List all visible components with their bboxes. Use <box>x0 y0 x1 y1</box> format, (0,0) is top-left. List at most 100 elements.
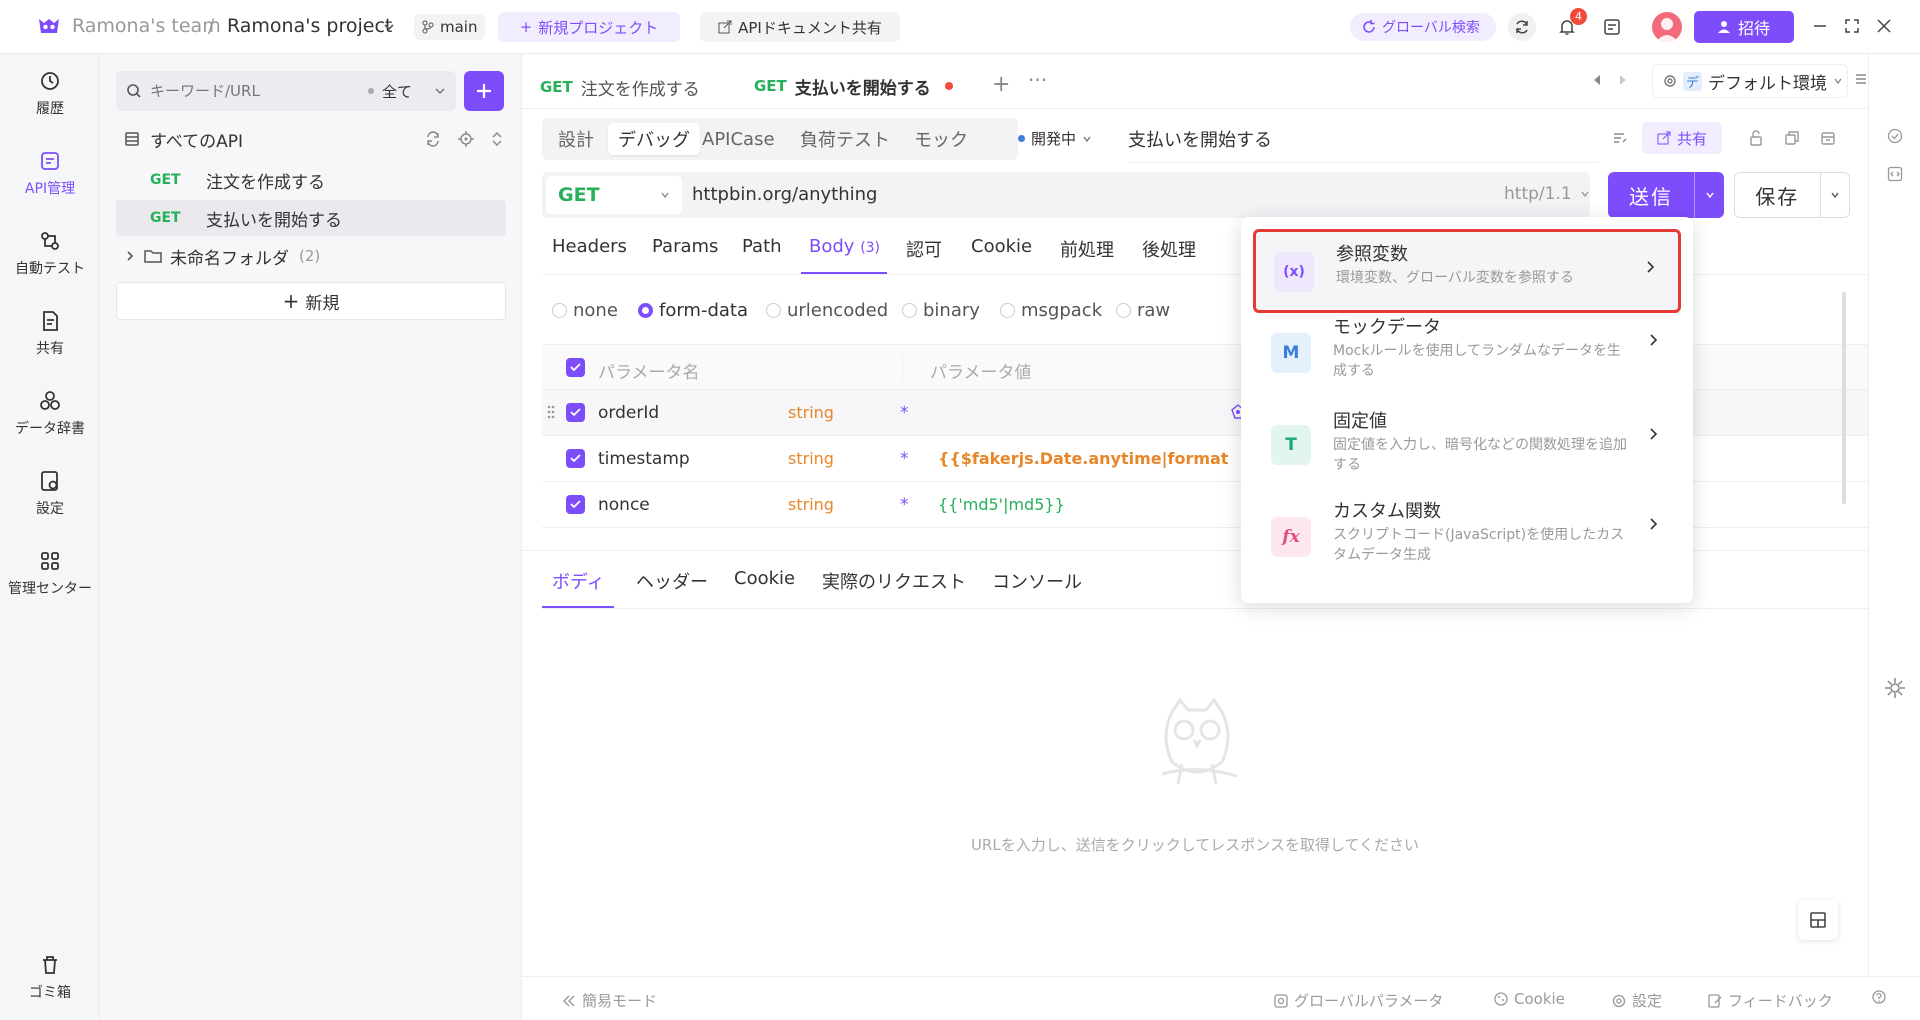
tab-prev-icon[interactable] <box>1592 74 1602 86</box>
new-project-button[interactable]: + 新規プロジェクト <box>498 12 680 42</box>
url-input[interactable]: httpbin.org/anything <box>692 184 877 205</box>
tab-create-order[interactable]: GET 注文を作成する <box>540 68 700 106</box>
search-box[interactable]: 全て <box>116 71 456 111</box>
protocol-select[interactable]: http/1.1 <box>1504 184 1590 204</box>
required-mark[interactable]: * <box>900 495 909 515</box>
team-name[interactable]: Ramona's team <box>72 15 221 37</box>
tab-response-headers[interactable]: ヘッダー <box>636 568 708 594</box>
tab-mock[interactable]: モック <box>904 123 978 155</box>
api-name-field[interactable]: 支払いを開始する <box>1128 126 1598 163</box>
radio-none[interactable]: none <box>552 300 618 321</box>
tab-next-icon[interactable] <box>1618 74 1628 86</box>
rail-item-api-mgmt[interactable]: API管理 <box>0 148 100 198</box>
method-select[interactable]: GET <box>546 176 682 214</box>
tab-design[interactable]: 設計 <box>548 123 604 155</box>
new-item-button[interactable]: + 新規 <box>116 282 506 320</box>
folder-row[interactable]: 未命名フォルダ (2) <box>116 238 506 274</box>
layout-toggle-button[interactable] <box>1798 900 1838 940</box>
search-input[interactable] <box>150 82 360 100</box>
code-icon[interactable] <box>1887 166 1903 182</box>
required-mark[interactable]: * <box>900 449 909 469</box>
drag-handle-icon[interactable] <box>546 404 556 420</box>
tab-console[interactable]: コンソール <box>992 568 1082 594</box>
close-icon[interactable] <box>1872 14 1896 38</box>
popover-item-custom-function[interactable]: fx カスタム関数 スクリプトコード(JavaScript)を使用したカスタムデ… <box>1253 497 1681 581</box>
rail-item-trash[interactable]: ゴミ箱 <box>0 952 100 1002</box>
lock-icon[interactable] <box>1748 130 1764 146</box>
filter-select[interactable]: 全て <box>382 81 412 102</box>
cookie-button[interactable]: Cookie <box>1494 990 1565 1008</box>
param-value[interactable]: {{$fakerjs.Date.anytime|format(YYYY, <box>938 449 1228 468</box>
menu-icon[interactable] <box>1854 72 1868 86</box>
rail-item-settings[interactable]: 設定 <box>0 468 100 518</box>
tab-params[interactable]: Params <box>652 236 718 257</box>
api-item-start-payment[interactable]: GET 支払いを開始する <box>116 200 506 236</box>
tab-pre-process[interactable]: 前処理 <box>1060 236 1114 262</box>
param-value[interactable]: {{'md5'|md5}} <box>938 495 1065 514</box>
tab-body[interactable]: Body (3) <box>809 236 880 257</box>
feedback-button[interactable]: フィードバック <box>1708 990 1833 1011</box>
param-name[interactable]: orderId <box>598 403 659 423</box>
send-button[interactable]: 送信 <box>1608 172 1724 218</box>
tab-headers[interactable]: Headers <box>552 236 627 257</box>
tab-path[interactable]: Path <box>742 236 782 257</box>
rail-item-share[interactable]: 共有 <box>0 308 100 358</box>
popover-item-mock-data[interactable]: M モックデータ Mockルールを使用してランダムなデータを生成する <box>1253 313 1681 397</box>
required-mark[interactable]: * <box>900 403 909 423</box>
sync-button[interactable] <box>1508 13 1536 41</box>
tab-load-test[interactable]: 負荷テスト <box>790 123 900 155</box>
tab-response-cookie[interactable]: Cookie <box>734 568 795 589</box>
popover-item-fixed-value[interactable]: T 固定値 固定値を入力し、暗号化などの関数処理を追加する <box>1253 405 1681 489</box>
project-name[interactable]: Ramona's project <box>227 15 392 37</box>
radio-form-data[interactable]: form-data <box>638 300 748 321</box>
radio-binary[interactable]: binary <box>902 300 980 321</box>
api-item-create-order[interactable]: GET 注文を作成する <box>116 162 506 198</box>
notes-icon[interactable] <box>1603 18 1621 36</box>
branch-selector[interactable]: main <box>414 14 486 40</box>
param-type[interactable]: string <box>788 449 834 468</box>
invite-button[interactable]: 招待 <box>1694 11 1794 43</box>
global-params-button[interactable]: グローバルパラメータ <box>1274 990 1443 1011</box>
rail-item-auto-test[interactable]: 自動テスト <box>0 228 100 278</box>
param-type[interactable]: string <box>788 403 834 422</box>
chevron-right-icon[interactable] <box>124 250 136 262</box>
minimize-icon[interactable] <box>1808 14 1832 38</box>
user-avatar[interactable] <box>1652 12 1682 42</box>
ai-assistant-icon[interactable] <box>1883 676 1907 700</box>
rail-item-history[interactable]: 履歴 <box>0 68 100 118</box>
radio-raw[interactable]: raw <box>1116 300 1170 321</box>
tab-apicase[interactable]: APICase <box>692 123 785 155</box>
radio-msgpack[interactable]: msgpack <box>1000 300 1102 321</box>
check-circle-icon[interactable] <box>1887 128 1903 144</box>
locate-icon[interactable] <box>458 131 474 147</box>
add-api-button[interactable] <box>464 71 504 111</box>
tab-cookie[interactable]: Cookie <box>971 236 1032 257</box>
select-all-checkbox[interactable] <box>566 358 585 377</box>
share-button[interactable]: 共有 <box>1642 122 1722 154</box>
maximize-icon[interactable] <box>1840 14 1864 38</box>
table-scrollbar[interactable] <box>1842 292 1846 504</box>
save-button[interactable]: 保存 <box>1734 172 1850 218</box>
global-search-button[interactable]: グローバル検索 <box>1350 13 1496 41</box>
tab-post-process[interactable]: 後処理 <box>1142 236 1196 262</box>
chevron-down-icon[interactable] <box>434 85 446 97</box>
param-type[interactable]: string <box>788 495 834 514</box>
row-checkbox[interactable] <box>566 495 585 514</box>
refresh-icon[interactable] <box>425 131 441 147</box>
archive-icon[interactable] <box>1820 130 1836 146</box>
settings-button[interactable]: 設定 <box>1612 990 1662 1011</box>
format-icon[interactable] <box>1612 130 1628 146</box>
row-checkbox[interactable] <box>566 449 585 468</box>
expand-collapse-icon[interactable] <box>490 131 504 147</box>
status-selector[interactable]: 開発中 <box>1018 128 1092 149</box>
param-name[interactable]: nonce <box>598 495 650 515</box>
tab-actual-request[interactable]: 実際のリクエスト <box>822 568 966 594</box>
rail-item-data-dict[interactable]: データ辞書 <box>0 388 100 438</box>
save-dropdown-icon[interactable] <box>1819 173 1850 217</box>
share-docs-button[interactable]: APIドキュメント共有 <box>700 12 900 42</box>
all-apis-row[interactable]: すべてのAPI <box>116 121 506 157</box>
chevron-down-icon[interactable] <box>382 20 396 34</box>
radio-urlencoded[interactable]: urlencoded <box>766 300 888 321</box>
popover-item-reference-variable[interactable]: (x) 参照変数 環境変数、グローバル変数を参照する <box>1253 229 1681 313</box>
tab-response-body[interactable]: ボディ <box>552 568 605 594</box>
